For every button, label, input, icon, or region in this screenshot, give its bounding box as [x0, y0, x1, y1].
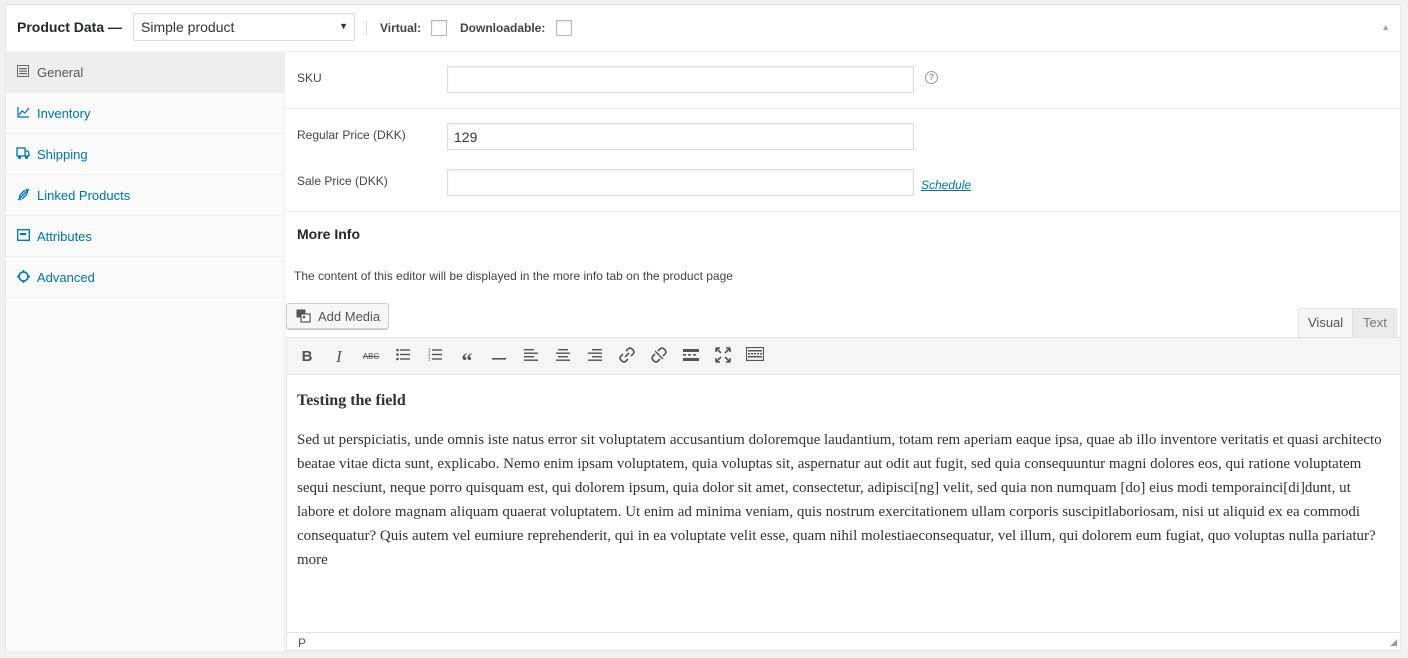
fullscreen-icon[interactable] — [713, 347, 733, 367]
link-icon — [16, 188, 30, 202]
add-media-icon — [296, 309, 311, 323]
product-data-tabs: General Inventory Shipping Linked Produc… — [6, 52, 285, 651]
downloadable-label: Downloadable: — [460, 21, 546, 35]
bullet-list-icon[interactable] — [393, 347, 413, 367]
product-data-panel: Product Data — Simple product ▼ Virtual:… — [5, 4, 1401, 651]
tab-shipping[interactable]: Shipping — [6, 134, 284, 175]
remove-link-icon[interactable] — [649, 347, 669, 367]
tab-attributes[interactable]: Attributes — [6, 216, 284, 257]
tab-label: Attributes — [37, 229, 92, 244]
inventory-icon — [16, 106, 30, 120]
panel-title: Product Data — — [17, 19, 123, 35]
help-icon[interactable]: ? — [925, 71, 938, 84]
schedule-link[interactable]: Schedule — [921, 178, 971, 192]
horizontal-rule-icon[interactable] — [489, 347, 509, 367]
tab-label: Shipping — [37, 147, 88, 162]
sku-label: SKU — [297, 71, 322, 85]
element-path[interactable]: P — [298, 636, 306, 650]
gear-icon — [16, 270, 30, 284]
more-info-title: More Info — [297, 226, 360, 242]
tab-label: Linked Products — [37, 188, 131, 203]
tab-label: Advanced — [37, 270, 95, 285]
svg-text:3: 3 — [428, 357, 431, 362]
downloadable-checkbox[interactable] — [556, 20, 572, 36]
chevron-down-icon: ▼ — [339, 21, 348, 31]
tab-advanced[interactable]: Advanced — [6, 257, 284, 298]
bold-icon[interactable]: B — [297, 347, 317, 367]
regular-price-label: Regular Price (DKK) — [297, 128, 406, 142]
tab-text[interactable]: Text — [1353, 308, 1397, 337]
strikethrough-icon[interactable]: ABC — [361, 347, 381, 367]
divider — [286, 211, 1401, 212]
content-heading: Testing the field — [297, 392, 406, 409]
virtual-label: Virtual: — [380, 21, 422, 35]
tab-inventory[interactable]: Inventory — [6, 93, 284, 134]
add-media-label: Add Media — [318, 309, 381, 324]
insert-link-icon[interactable] — [617, 347, 637, 367]
italic-icon[interactable]: I — [329, 347, 349, 367]
header-divider — [366, 20, 367, 36]
general-panel: SKU ? Regular Price (DKK) 129 Sale Price… — [286, 52, 1401, 651]
product-type-select[interactable]: Simple product ▼ — [133, 13, 355, 41]
align-right-icon[interactable] — [585, 347, 605, 367]
sku-input[interactable] — [447, 66, 914, 93]
tab-label: Inventory — [37, 106, 91, 121]
tab-general[interactable]: General — [6, 52, 284, 93]
editor-content[interactable]: Testing the field Sed ut perspiciatis, u… — [286, 375, 1401, 632]
content-paragraph: Sed ut perspiciatis, unde omnis iste nat… — [297, 432, 1382, 568]
virtual-checkbox[interactable] — [431, 20, 447, 36]
tab-linked-products[interactable]: Linked Products — [6, 175, 284, 216]
editor-toolbar: B I ABC 123 “ — [286, 337, 1401, 375]
regular-price-input[interactable]: 129 — [447, 123, 914, 150]
add-media-button[interactable]: Add Media — [286, 303, 389, 329]
resize-handle-icon[interactable]: ◢ — [1390, 637, 1397, 648]
numbered-list-icon[interactable]: 123 — [425, 347, 445, 367]
divider — [286, 108, 1401, 109]
tab-visual[interactable]: Visual — [1298, 308, 1354, 337]
blockquote-icon[interactable]: “ — [457, 347, 477, 373]
tab-label: General — [37, 65, 84, 80]
panel-header: Product Data — Simple product ▼ Virtual:… — [6, 5, 1400, 52]
toolbar-toggle-icon[interactable] — [745, 346, 765, 367]
align-center-icon[interactable] — [553, 347, 573, 367]
product-type-value: Simple product — [141, 19, 235, 35]
collapse-arrow-icon[interactable]: ▲ — [1381, 22, 1390, 32]
shipping-icon — [16, 147, 30, 161]
editor-statusbar: P ◢ — [286, 632, 1401, 651]
attributes-icon — [16, 229, 30, 243]
read-more-icon[interactable] — [681, 347, 701, 367]
sale-price-label: Sale Price (DKK) — [297, 174, 388, 188]
align-left-icon[interactable] — [521, 347, 541, 367]
general-icon — [16, 65, 30, 79]
more-info-description: The content of this editor will be displ… — [294, 269, 733, 283]
sale-price-input[interactable] — [447, 169, 914, 196]
